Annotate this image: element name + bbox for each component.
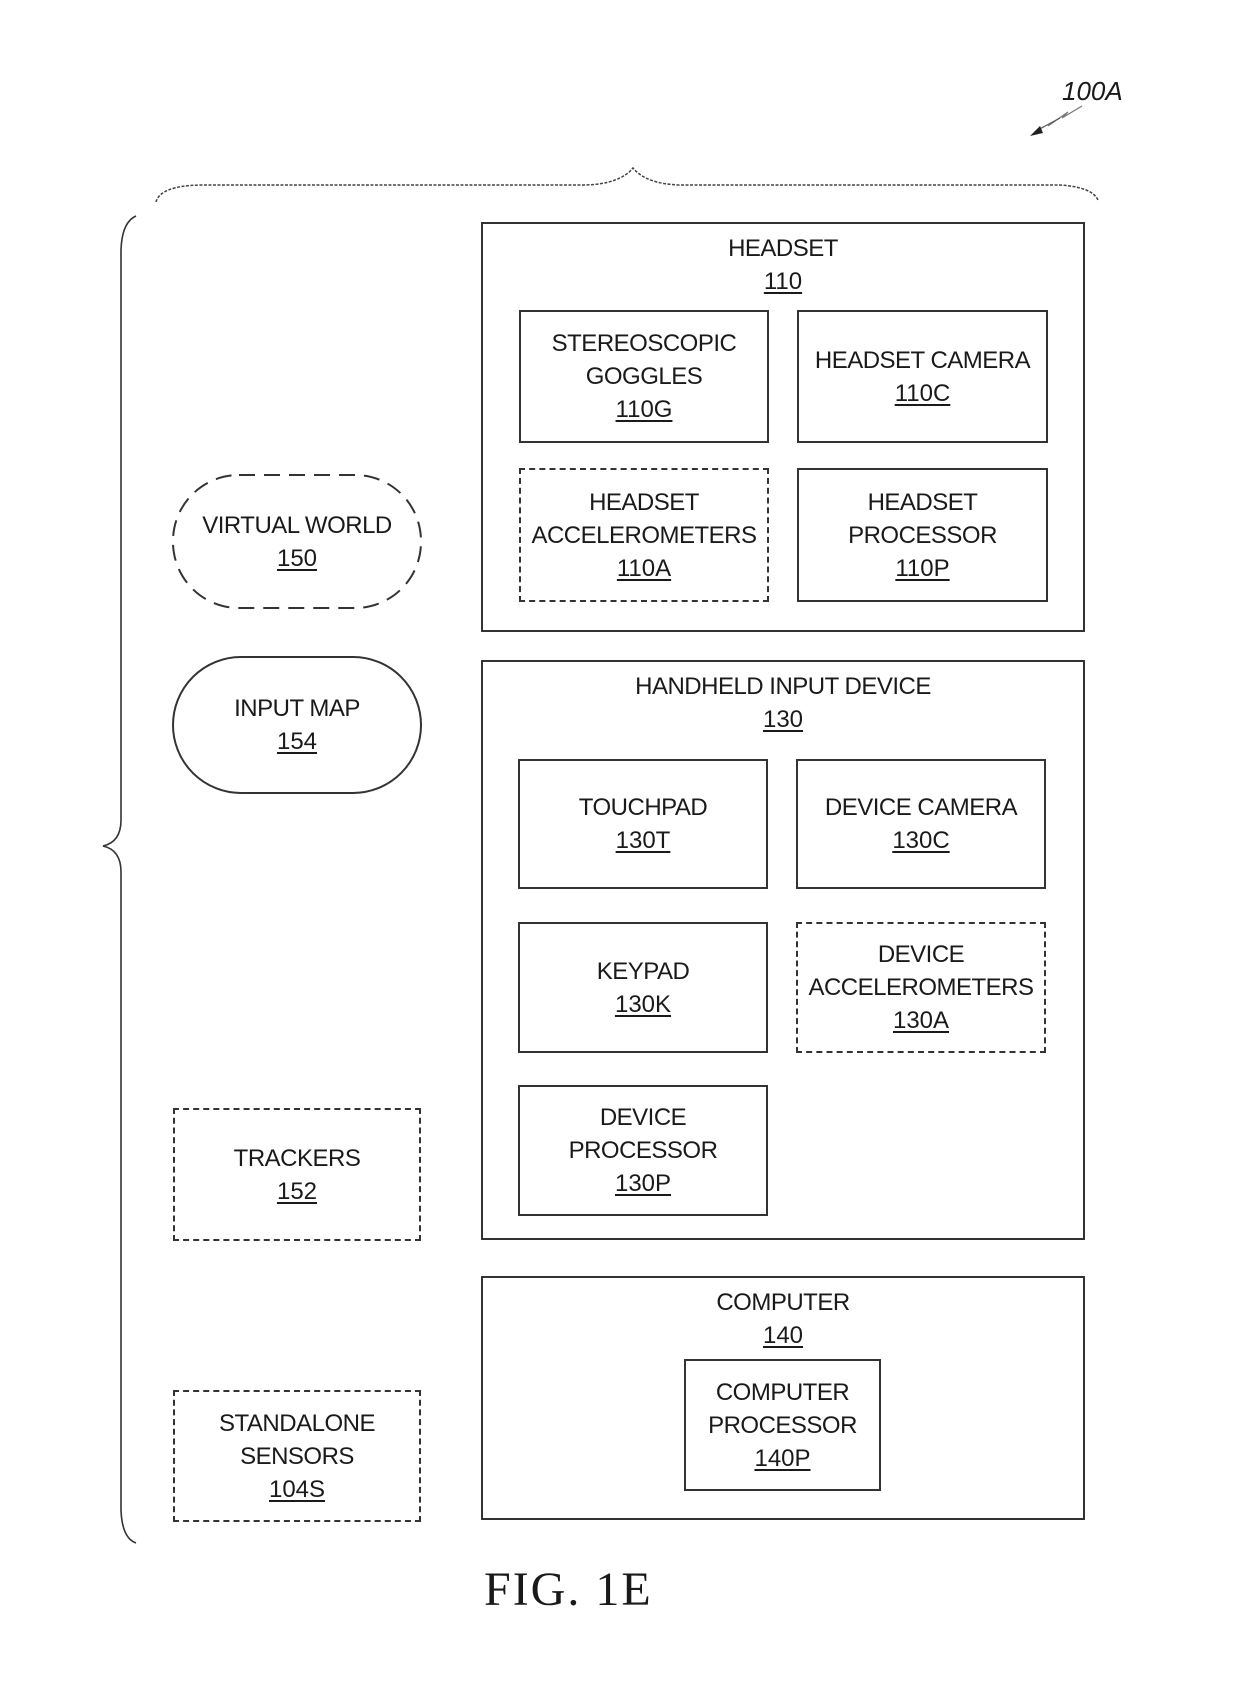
standalone-sensors-label-2: SENSORS — [240, 1442, 354, 1470]
headset-label: HEADSET — [728, 235, 838, 262]
device-processor-ref: 130P — [614, 1170, 672, 1197]
input-map-label: INPUT MAP — [234, 695, 360, 722]
keypad-label: KEYPAD — [596, 957, 690, 985]
computer-processor-ref: 140P — [754, 1444, 811, 1472]
standalone-sensors-label-1: STANDALONE — [219, 1409, 375, 1437]
virtual-world-ref: 150 — [276, 544, 318, 572]
headset-accelerometers: HEADSET ACCELEROMETERS 110A — [519, 468, 769, 602]
keypad-ref: 130K — [614, 990, 672, 1018]
headset-camera: HEADSET CAMERA 110C — [797, 310, 1048, 443]
computer-processor: COMPUTER PROCESSOR 140P — [684, 1359, 881, 1491]
figure-reference-number: 100A — [1062, 76, 1123, 106]
headset-camera-ref: 110C — [894, 379, 951, 407]
computer-label: COMPUTER — [716, 1289, 850, 1316]
headset-accel-ref: 110A — [616, 554, 672, 582]
device-camera: DEVICE CAMERA 130C — [796, 759, 1046, 889]
device-accel-ref: 130A — [892, 1007, 950, 1034]
computer-processor-label-2: PROCESSOR — [708, 1411, 857, 1439]
headset-processor-label-1: HEADSET — [867, 488, 978, 516]
device-processor: DEVICE PROCESSOR 130P — [518, 1085, 768, 1216]
input-map-ref: 154 — [276, 728, 318, 755]
computer-processor-label-1: COMPUTER — [715, 1378, 850, 1406]
handheld-ref: 130 — [762, 706, 804, 733]
device-processor-label-1: DEVICE — [599, 1104, 687, 1131]
virtual-world-label: VIRTUAL WORLD — [202, 511, 392, 539]
device-processor-label-2: PROCESSOR — [568, 1137, 718, 1164]
handheld-label: HANDHELD INPUT DEVICE — [635, 673, 931, 700]
headset-accel-label-1: HEADSET — [589, 488, 699, 516]
device-accelerometers: DEVICE ACCELEROMETERS 130A — [796, 922, 1046, 1053]
top-brace — [155, 166, 1099, 203]
figure-caption: FIG. 1E — [484, 1563, 653, 1616]
headset-camera-label: HEADSET CAMERA — [814, 346, 1031, 374]
computer-ref: 140 — [762, 1322, 804, 1349]
headset-processor-ref: 110P — [895, 554, 950, 582]
goggles-label-2: GOGGLES — [585, 363, 703, 390]
trackers-label: TRACKERS — [233, 1144, 361, 1172]
goggles-label-1: STEREOSCOPIC — [551, 330, 737, 357]
device-accel-label-1: DEVICE — [877, 941, 965, 968]
touchpad: TOUCHPAD 130T — [518, 759, 768, 889]
headset-accel-label-2: ACCELEROMETERS — [531, 521, 757, 549]
virtual-world: VIRTUAL WORLD 150 — [173, 475, 421, 608]
device-camera-label: DEVICE CAMERA — [824, 794, 1018, 821]
keypad: KEYPAD 130K — [518, 922, 768, 1053]
headset-ref: 110 — [763, 268, 803, 295]
trackers: TRACKERS 152 — [173, 1108, 421, 1241]
left-brace — [102, 215, 137, 1544]
headset-processor-label-2: PROCESSOR — [848, 521, 997, 549]
input-map: INPUT MAP 154 — [173, 657, 421, 793]
patent-figure: 100A VIRTUAL WORLD 150 INPUT MAP 154 TRA… — [0, 0, 1240, 1686]
touchpad-ref: 130T — [615, 827, 671, 854]
device-camera-ref: 130C — [892, 827, 950, 854]
stereoscopic-goggles: STEREOSCOPIC GOGGLES 110G — [519, 310, 769, 443]
trackers-ref: 152 — [276, 1177, 318, 1205]
standalone-sensors: STANDALONE SENSORS 104S — [173, 1390, 421, 1522]
reference-arrow — [1030, 105, 1083, 136]
headset-processor: HEADSET PROCESSOR 110P — [797, 468, 1048, 602]
standalone-sensors-ref: 104S — [268, 1475, 326, 1503]
touchpad-label: TOUCHPAD — [578, 794, 708, 821]
goggles-ref: 110G — [615, 396, 673, 423]
device-accel-label-2: ACCELEROMETERS — [808, 974, 1034, 1001]
